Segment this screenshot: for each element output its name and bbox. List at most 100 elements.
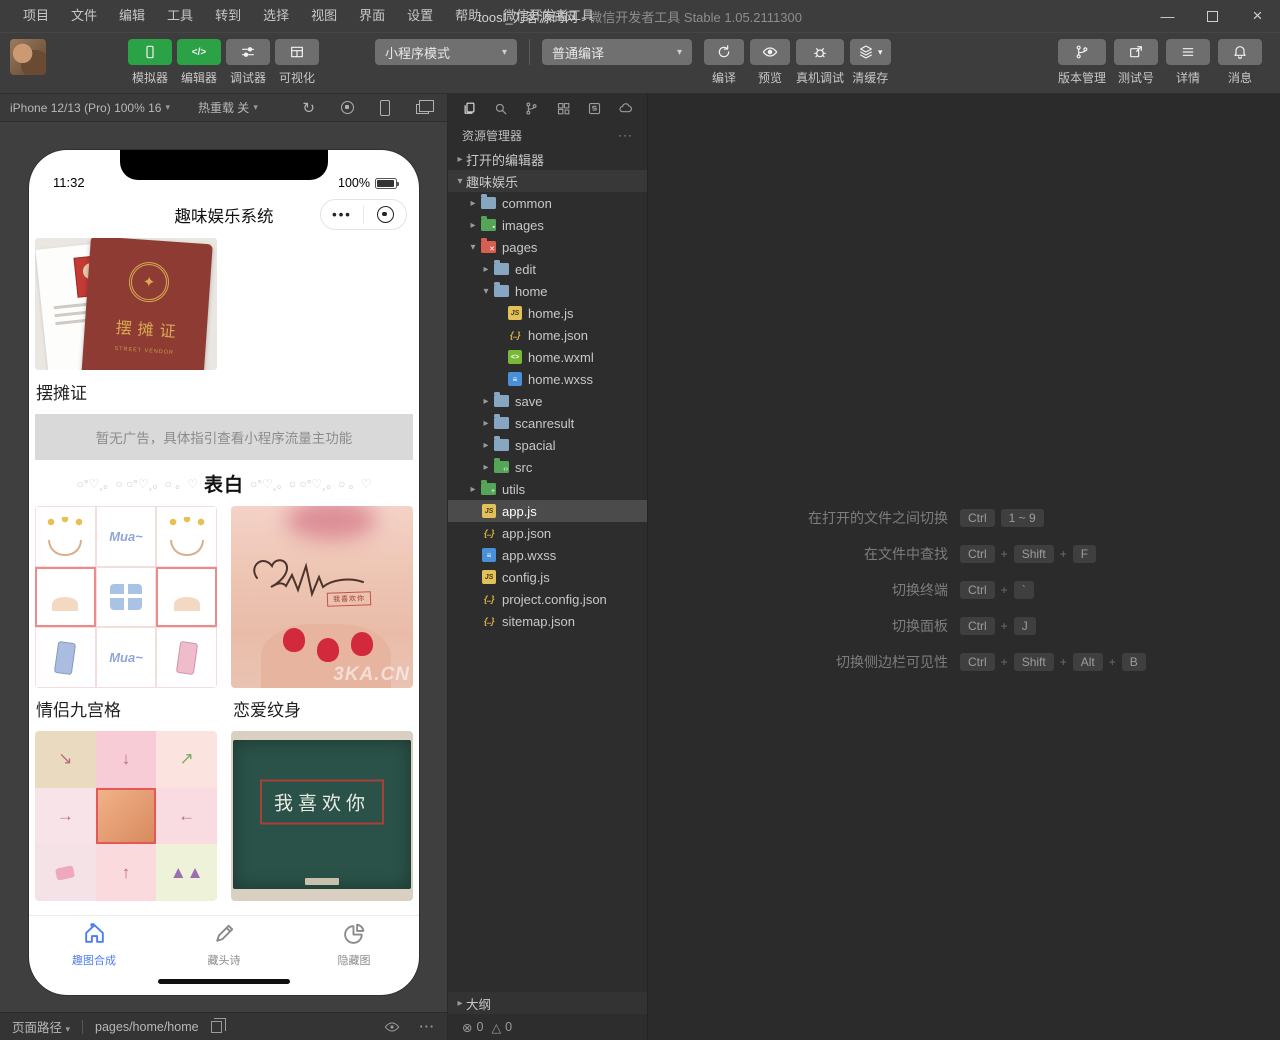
menu-编辑[interactable]: 编辑 — [108, 0, 156, 32]
tree-item-spacial[interactable]: ▸ spacial — [448, 434, 647, 456]
menu-设置[interactable]: 设置 — [396, 0, 444, 32]
toggle-编辑器[interactable]: </> 编辑器 — [177, 39, 221, 86]
copy-icon[interactable] — [210, 1017, 226, 1033]
files-icon[interactable] — [454, 101, 485, 116]
bell-icon — [1218, 39, 1262, 65]
image-card-jiugongge[interactable]: Mua~ Mua~ — [35, 506, 217, 688]
tab-藏头诗[interactable]: 藏头诗 — [159, 921, 289, 968]
action-消息[interactable]: 消息 — [1218, 39, 1262, 86]
plus-separator: + — [1000, 618, 1008, 633]
more-menu-icon[interactable]: ••• — [321, 207, 363, 222]
key-chip: Ctrl — [960, 616, 995, 635]
more-options-icon[interactable]: ··· — [420, 1020, 436, 1034]
menu-视图[interactable]: 视图 — [300, 0, 348, 32]
sticker-cell-4 — [95, 566, 157, 628]
menu-帮助[interactable]: 帮助 — [444, 0, 492, 32]
toggle-调试器[interactable]: 调试器 — [226, 39, 270, 86]
compile-select[interactable]: 普通编译 ▾ — [542, 39, 692, 65]
plus-separator: + — [1000, 654, 1008, 669]
toggle-模拟器[interactable]: 模拟器 — [128, 39, 172, 86]
tree-item-home.wxml[interactable]: <> home.wxml — [448, 346, 647, 368]
tree-item-趣味娱乐[interactable]: ▾ 趣味娱乐 — [448, 170, 647, 192]
menu-微信开发者工具[interactable]: 微信开发者工具 — [492, 0, 605, 32]
menu-项目[interactable]: 项目 — [12, 0, 60, 32]
panel-more-icon[interactable]: ··· — [618, 128, 633, 142]
tree-label: edit — [515, 261, 536, 277]
tree-item-edit[interactable]: ▸ edit — [448, 258, 647, 280]
mode-select[interactable]: 小程序模式 ▾ — [375, 39, 517, 65]
key-chip: J — [1013, 616, 1036, 635]
maximize-button[interactable] — [1190, 0, 1235, 32]
shortcut-label: 在打开的文件之间切换 — [808, 509, 948, 526]
mock-panel-icon[interactable] — [579, 101, 610, 116]
warning-count: 0 — [505, 1020, 513, 1034]
tree-item-utils[interactable]: ▸ + utils — [448, 478, 647, 500]
tree-item-home[interactable]: ▾ home — [448, 280, 647, 302]
tree-item-src[interactable]: ▸ ‹› src — [448, 456, 647, 478]
tree-item-app.js[interactable]: JS app.js — [448, 500, 647, 522]
tattoo-caption: 我喜欢你 — [326, 591, 372, 607]
external-icon — [1114, 39, 1158, 65]
image-card-pastel-grid[interactable]: ↘ ↓ ↗ → ← ↑ ▲▲ — [35, 731, 217, 901]
close-button[interactable]: × — [1235, 0, 1280, 32]
toggle-可视化[interactable]: 可视化 — [275, 39, 319, 86]
image-card-baitanzheng[interactable]: ✦ 摆摊证 STREET VENDOR — [35, 238, 217, 370]
menu-界面[interactable]: 界面 — [348, 0, 396, 32]
device-selector[interactable]: iPhone 12/13 (Pro) 100% 16 ▾ — [10, 101, 170, 115]
action-清缓存[interactable]: ▾ 清缓存 — [850, 39, 891, 86]
card-label: 恋爱纹身 — [233, 701, 301, 720]
action-版本管理[interactable]: 版本管理 — [1057, 39, 1106, 86]
hot-reload-toggle[interactable]: 热重载 关 ▾ — [198, 99, 258, 116]
tab-隐藏图[interactable]: 隐藏图 — [289, 921, 419, 968]
cloud-dev-icon[interactable] — [610, 101, 641, 116]
search-icon[interactable] — [485, 101, 516, 116]
eye-icon[interactable] — [384, 1019, 400, 1035]
tree-label: spacial — [515, 437, 556, 453]
record-icon[interactable] — [341, 101, 354, 114]
action-详情[interactable]: 详情 — [1166, 39, 1210, 86]
tree-item-app.wxss[interactable]: ≡ app.wxss — [448, 544, 647, 566]
tree-item-app.json[interactable]: {..} app.json — [448, 522, 647, 544]
action-预览[interactable]: 预览 — [750, 39, 790, 86]
git-icon[interactable] — [516, 101, 547, 116]
tree-item-save[interactable]: ▸ save — [448, 390, 647, 412]
image-card-blackboard[interactable]: 我喜欢你 — [231, 731, 413, 901]
action-label: 消息 — [1227, 71, 1252, 85]
menu-工具[interactable]: 工具 — [156, 0, 204, 32]
action-测试号[interactable]: 测试号 — [1114, 39, 1158, 86]
outline-section[interactable]: ▸ 大纲 — [448, 992, 647, 1014]
menu-选择[interactable]: 选择 — [252, 0, 300, 32]
tree-item-common[interactable]: ▸ common — [448, 192, 647, 214]
tab-趣图合成[interactable]: 趣图合成 — [29, 921, 159, 968]
folder-icon — [494, 414, 509, 429]
tree-item-pages[interactable]: ▾ ✕ pages — [448, 236, 647, 258]
tree-item-home.wxss[interactable]: ≡ home.wxss — [448, 368, 647, 390]
editor-area[interactable]: 在打开的文件之间切换 Ctrl 1 ~ 9 在文件中查找 Ctrl + Shift + F 切换终… — [648, 94, 1280, 1040]
tree-item-sitemap.json[interactable]: {..} sitemap.json — [448, 610, 647, 632]
device-frame-icon[interactable] — [380, 99, 390, 116]
refresh-icon[interactable]: ↻ — [302, 99, 315, 117]
tree-label: images — [502, 217, 544, 233]
menu-文件[interactable]: 文件 — [60, 0, 108, 32]
key-chip: Ctrl — [960, 508, 995, 527]
compile-actions: 编译 预览 真机调试 ▾ 清缓存 — [704, 39, 891, 86]
minimize-button[interactable]: — — [1145, 0, 1190, 32]
pastel-cell-7: ↑ — [95, 844, 157, 901]
tree-item-打开的编辑器[interactable]: ▸ 打开的编辑器 — [448, 148, 647, 170]
menu-转到[interactable]: 转到 — [204, 0, 252, 32]
tree-item-config.js[interactable]: JS config.js — [448, 566, 647, 588]
tree-item-home.json[interactable]: {..} home.json — [448, 324, 647, 346]
tree-item-project.config.json[interactable]: {..} project.config.json — [448, 588, 647, 610]
extensions-icon[interactable] — [548, 101, 579, 116]
action-编译[interactable]: 编译 — [704, 39, 744, 86]
tree-item-scanresult[interactable]: ▸ scanresult — [448, 412, 647, 434]
image-card-wenshen[interactable]: 我喜欢你 3KA.CN — [231, 506, 413, 688]
float-window-icon[interactable] — [416, 100, 434, 114]
tree-item-home.js[interactable]: JS home.js — [448, 302, 647, 324]
user-avatar[interactable] — [10, 39, 46, 75]
tree-item-images[interactable]: ▸ ▪ images — [448, 214, 647, 236]
action-label: 详情 — [1175, 71, 1200, 85]
exit-target-icon[interactable] — [364, 206, 406, 223]
action-真机调试[interactable]: 真机调试 — [796, 39, 845, 86]
path-mode-selector[interactable]: 页面路径 ▾ — [12, 1017, 70, 1036]
